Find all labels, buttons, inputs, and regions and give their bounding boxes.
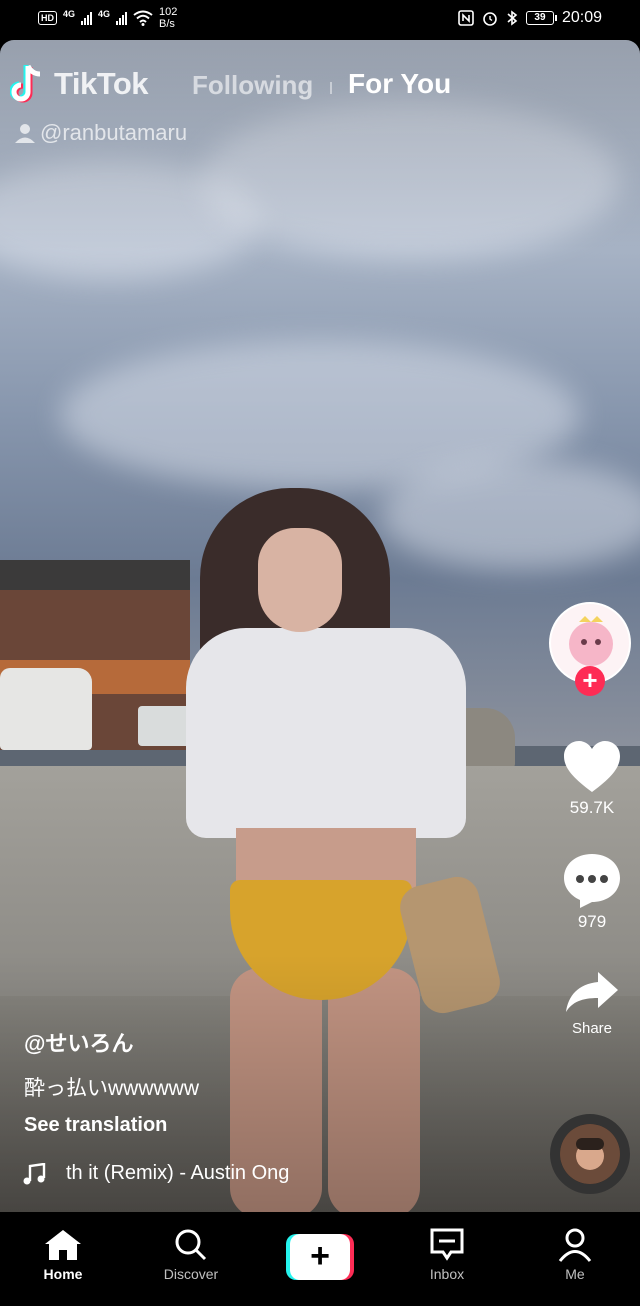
create-plus: +: [290, 1234, 350, 1280]
speed-unit: B/s: [159, 18, 175, 30]
nav-inbox[interactable]: Inbox: [397, 1228, 497, 1282]
network-type-2: 4G: [98, 9, 111, 19]
profile-icon: [558, 1228, 592, 1262]
signal-icon-2: [116, 11, 128, 25]
top-nav: TikTok Following For You: [0, 62, 640, 112]
signal-icon: [81, 11, 93, 25]
music-cover: [560, 1124, 620, 1184]
share-icon: [566, 972, 618, 1012]
like-count: 59.7K: [569, 798, 615, 817]
nav-discover-label: Discover: [163, 1266, 219, 1282]
nav-inbox-label: Inbox: [429, 1266, 465, 1282]
hd-badge: HD: [38, 11, 57, 25]
status-right: 39 20:09: [458, 9, 602, 27]
alarm-icon: [483, 12, 497, 26]
nav-home-label: Home: [43, 1266, 83, 1282]
tiktok-note-icon: [10, 64, 41, 103]
tab-divider: [330, 82, 332, 94]
video-caption: @せいろん 酔っ払いwwwwww See translation: [24, 1026, 544, 1137]
heart-icon: [564, 741, 620, 792]
tiktok-logo: TikTok: [10, 62, 149, 106]
tab-for-you[interactable]: For You: [348, 68, 451, 100]
like-button[interactable]: 59.7K: [552, 740, 632, 818]
nav-discover[interactable]: Discover: [141, 1228, 241, 1282]
create-button[interactable]: +: [286, 1234, 354, 1280]
author-handle[interactable]: @せいろん: [24, 1026, 544, 1058]
see-translation-link[interactable]: See translation: [24, 1114, 544, 1137]
wifi-icon: [133, 10, 153, 26]
share-button[interactable]: Share: [552, 970, 632, 1038]
app-name: TikTok: [54, 66, 149, 101]
nav-me[interactable]: Me: [525, 1228, 625, 1282]
tab-following[interactable]: Following: [192, 70, 313, 101]
search-icon: [175, 1229, 207, 1261]
nfc-icon: [458, 10, 474, 26]
home-icon: [45, 1230, 81, 1260]
status-left: HD 4G 4G 102 B/s: [38, 6, 177, 30]
status-bar: HD 4G 4G 102 B/s 39 20:09: [0, 0, 640, 40]
bluetooth-icon: [507, 10, 518, 26]
network-speed: 102 B/s: [159, 6, 177, 30]
music-note-icon: [23, 1162, 46, 1184]
speed-value: 102: [159, 6, 178, 18]
creator-watermark: @ranbutamaru: [14, 120, 187, 146]
inbox-icon: [430, 1228, 464, 1261]
battery-icon: 39: [525, 11, 557, 25]
comment-icon: [564, 854, 620, 908]
music-disc[interactable]: [550, 1114, 630, 1194]
network-type-1: 4G: [63, 9, 76, 19]
music-title: th it (Remix) - Austin Ong: [66, 1162, 290, 1184]
person-icon: [15, 124, 35, 143]
video-description: 酔っ払いwwwwww: [24, 1077, 199, 1100]
music-ticker[interactable]: th it (Remix) - Austin Ong: [22, 1162, 289, 1185]
clock: 20:09: [561, 9, 602, 26]
nav-me-label: Me: [565, 1266, 585, 1282]
share-label: Share: [571, 1020, 613, 1037]
nav-home[interactable]: Home: [13, 1228, 113, 1282]
comment-button[interactable]: 979: [552, 852, 632, 932]
creator-handle: @ranbutamaru: [40, 120, 188, 145]
bottom-nav: Home Discover + Inbox Me: [0, 1212, 640, 1306]
follow-button[interactable]: +: [575, 666, 605, 696]
comment-count: 979: [577, 912, 607, 931]
